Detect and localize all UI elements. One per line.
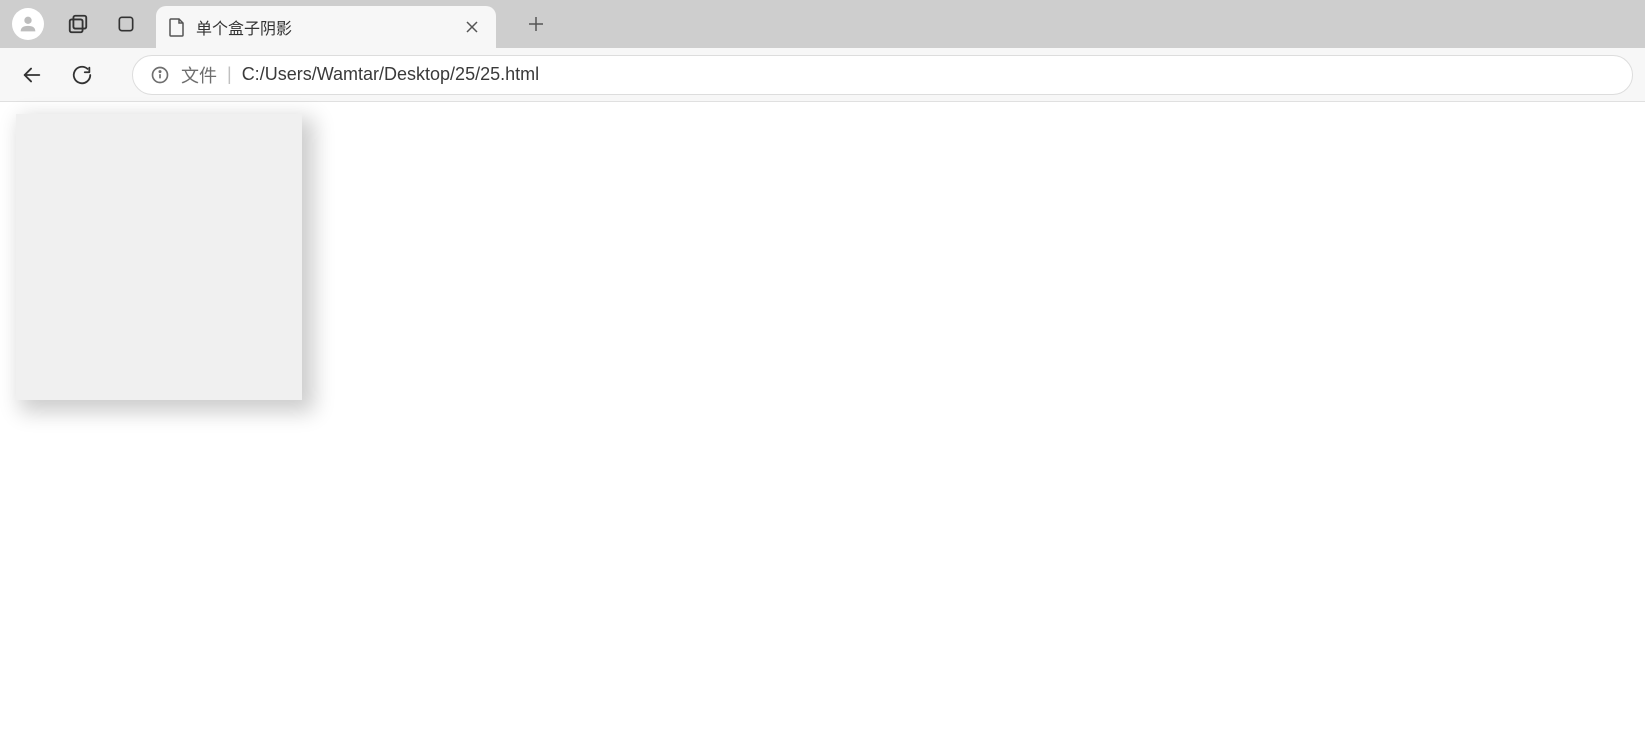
address-separator: | [227,64,232,85]
plus-icon [528,16,544,32]
address-row: 文件 | C:/Users/Wamtar/Desktop/25/25.html [0,48,1645,102]
tab-title: 单个盒子阴影 [196,15,460,39]
info-icon [150,65,170,85]
browser-tab[interactable]: 单个盒子阴影 [156,6,496,48]
back-button[interactable] [12,55,52,95]
new-tab-button[interactable] [520,8,552,40]
arrow-left-icon [21,64,43,86]
address-url: C:/Users/Wamtar/Desktop/25/25.html [242,64,539,85]
collections-icon [116,14,136,34]
tab-close-button[interactable] [460,15,484,39]
workspaces-icon [67,13,89,35]
close-icon [466,21,478,33]
workspaces-button[interactable] [60,6,96,42]
page-icon [168,17,186,37]
tab-strip: 单个盒子阴影 [0,0,1645,48]
collections-button[interactable] [108,6,144,42]
reload-icon [71,64,93,86]
profile-button[interactable] [12,8,44,40]
site-info-button[interactable] [149,64,171,86]
address-bar[interactable]: 文件 | C:/Users/Wamtar/Desktop/25/25.html [132,55,1633,95]
address-protocol-label: 文件 [181,62,217,88]
page-viewport [6,104,1645,753]
person-icon [17,13,39,35]
reload-button[interactable] [62,55,102,95]
browser-chrome: 单个盒子阴影 [0,0,1645,102]
shadow-box [16,114,302,400]
